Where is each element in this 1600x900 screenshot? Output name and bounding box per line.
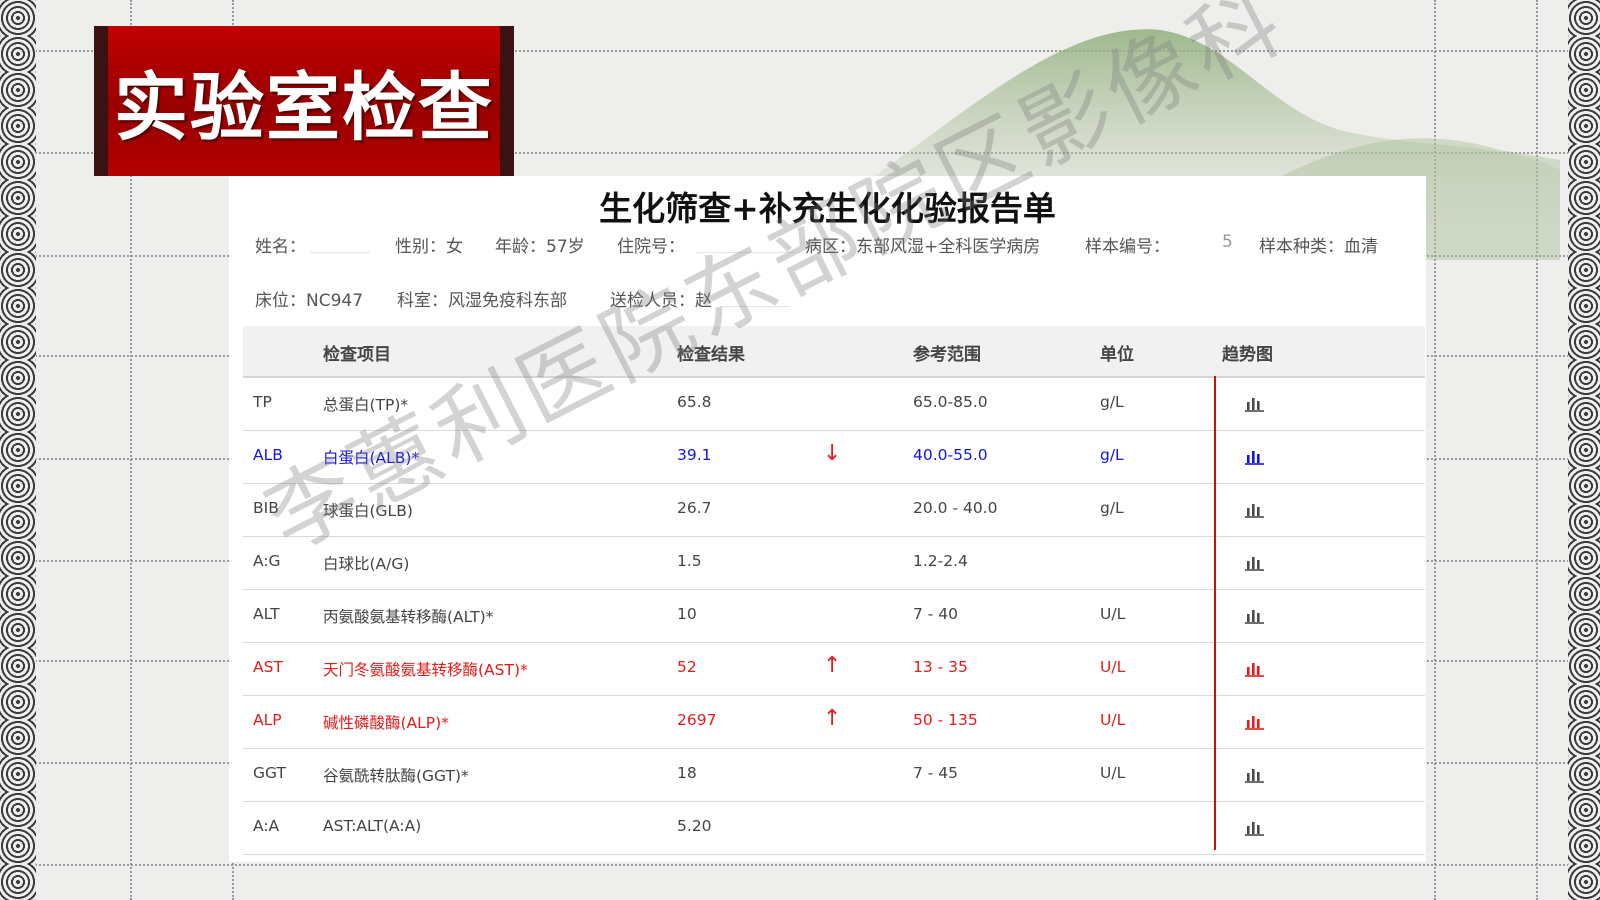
row-result: 52 <box>677 658 697 676</box>
row-result: 39.1 <box>677 446 712 464</box>
row-flag-arrow: ↑ <box>823 653 842 678</box>
row-code: A:G <box>253 552 281 570</box>
row-test-name: 碱性磷酸酶(ALP)* <box>323 714 449 732</box>
row-unit: U/L <box>1100 711 1126 729</box>
row-result: 65.8 <box>677 393 712 411</box>
bed-number: 床位：NC947 <box>255 291 364 311</box>
table-row: A:G 白球比(A/G) 1.5 1.2-2.4 <box>243 537 1425 590</box>
table-row: A:A AST:ALT(A:A) 5.20 <box>243 802 1425 855</box>
trend-bar-chart-icon[interactable] <box>1245 714 1265 730</box>
row-code: ALP <box>253 711 282 729</box>
section-badge: 实验室检查 <box>94 26 514 176</box>
row-flag-arrow: ↑ <box>823 706 842 731</box>
row-code: GGT <box>253 764 286 782</box>
trend-bar-chart-icon[interactable] <box>1245 767 1265 783</box>
row-unit: U/L <box>1100 764 1126 782</box>
trend-bar-chart-icon[interactable] <box>1245 555 1265 571</box>
sample-type: 样本种类：血清 <box>1259 237 1378 257</box>
row-code: A:A <box>253 817 280 835</box>
row-unit: g/L <box>1100 393 1124 411</box>
column-header-trend: 趋势图 <box>1222 345 1273 365</box>
trend-bar-chart-icon[interactable] <box>1245 661 1265 677</box>
decorative-cloud-border-left <box>0 0 36 900</box>
row-result: 2697 <box>677 711 717 729</box>
sample-number-fragment: 5 <box>1222 232 1233 252</box>
row-reference-range: 7 - 40 <box>913 605 959 623</box>
department: 科室：风湿免疫科东部 <box>397 291 567 311</box>
row-result: 18 <box>677 764 697 782</box>
row-result: 5.20 <box>677 817 712 835</box>
row-unit: U/L <box>1100 605 1126 623</box>
row-unit: U/L <box>1100 658 1126 676</box>
row-reference-range: 13 - 35 <box>913 658 968 676</box>
row-code: TP <box>253 393 272 411</box>
table-row: GGT 谷氨酰转肽酶(GGT)* 18 7 - 45 U/L <box>243 749 1425 802</box>
row-reference-range: 20.0 - 40.0 <box>913 499 998 517</box>
row-result: 1.5 <box>677 552 702 570</box>
row-unit: g/L <box>1100 446 1124 464</box>
column-header-unit: 单位 <box>1100 345 1134 365</box>
row-reference-range: 40.0-55.0 <box>913 446 988 464</box>
grid-line <box>0 864 1600 866</box>
redacted-name <box>310 230 370 253</box>
decorative-cloud-border-right <box>1568 0 1600 900</box>
row-test-name: 丙氨酸氨基转移酶(ALT)* <box>323 608 494 626</box>
table-row: ALP 碱性磷酸酶(ALP)* 2697 ↑ 50 - 135 U/L <box>243 696 1425 749</box>
row-reference-range: 50 - 135 <box>913 711 978 729</box>
trend-bar-chart-icon[interactable] <box>1245 449 1265 465</box>
patient-name-label: 姓名： <box>255 237 306 257</box>
table-row: AST 天门冬氨酸氨基转移酶(AST)* 52 ↑ 13 - 35 U/L <box>243 643 1425 696</box>
patient-age: 年龄：57岁 <box>495 237 585 257</box>
row-flag-arrow: ↓ <box>823 441 842 466</box>
row-reference-range: 1.2-2.4 <box>913 552 968 570</box>
row-test-name: AST:ALT(A:A) <box>323 817 422 835</box>
patient-gender: 性别：女 <box>395 237 463 257</box>
row-reference-range: 7 - 45 <box>913 764 959 782</box>
row-test-name: 谷氨酰转肽酶(GGT)* <box>323 767 469 785</box>
row-test-name: 天门冬氨酸氨基转移酶(AST)* <box>323 661 528 679</box>
trend-bar-chart-icon[interactable] <box>1245 396 1265 412</box>
trend-bar-chart-icon[interactable] <box>1245 820 1265 836</box>
row-code: ALT <box>253 605 280 623</box>
trend-column-divider <box>1214 376 1216 850</box>
section-badge-title: 实验室检查 <box>114 64 494 151</box>
column-header-range: 参考范围 <box>913 345 981 365</box>
row-result: 26.7 <box>677 499 712 517</box>
sample-number-label: 样本编号： <box>1085 237 1170 257</box>
column-header-item: 检查项目 <box>323 345 391 365</box>
trend-bar-chart-icon[interactable] <box>1245 502 1265 518</box>
table-row: ALT 丙氨酸氨基转移酶(ALT)* 10 7 - 40 U/L <box>243 590 1425 643</box>
row-code: AST <box>253 658 283 676</box>
row-reference-range: 65.0-85.0 <box>913 393 988 411</box>
trend-bar-chart-icon[interactable] <box>1245 608 1265 624</box>
row-unit: g/L <box>1100 499 1124 517</box>
row-result: 10 <box>677 605 697 623</box>
